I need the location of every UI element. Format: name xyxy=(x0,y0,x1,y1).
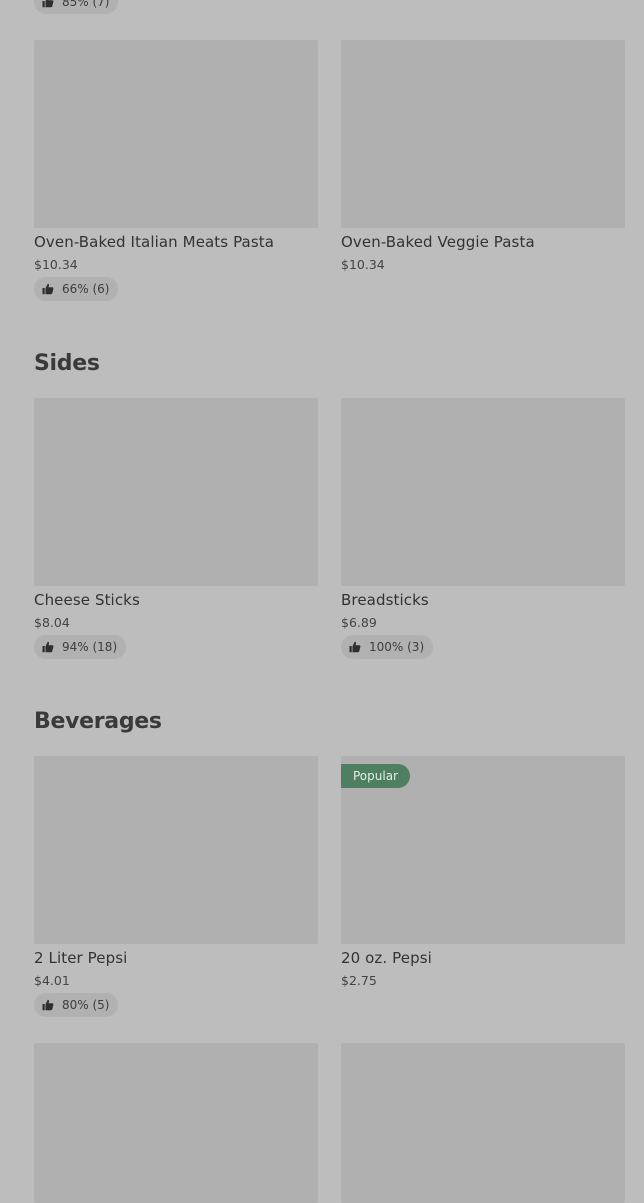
menu-item-card[interactable] xyxy=(34,1043,318,1203)
rating-pill: 100% (3) xyxy=(341,635,434,659)
item-price: $6.89 xyxy=(341,615,377,630)
item-image[interactable] xyxy=(341,398,625,586)
thumbs-up-icon xyxy=(42,641,54,653)
item-price: $4.01 xyxy=(34,973,70,988)
section-title-beverages: Beverages xyxy=(34,709,162,734)
thumbs-up-icon xyxy=(349,641,361,653)
rating-text: 94% (18) xyxy=(62,640,118,654)
menu-item-card[interactable]: Oven-Baked Italian Meats Pasta $10.34 66… xyxy=(34,40,318,301)
thumbs-up-icon xyxy=(42,999,54,1011)
menu-item-card[interactable]: 2 Liter Pepsi $4.01 80% (5) xyxy=(34,756,318,1017)
item-name: Cheese Sticks xyxy=(34,591,140,609)
rating-pill: 85% (7) xyxy=(34,0,119,14)
item-price: $10.34 xyxy=(34,257,78,272)
menu-item-card[interactable]: Breadsticks $6.89 100% (3) xyxy=(341,398,625,659)
popular-badge: Popular xyxy=(341,764,410,788)
item-image[interactable] xyxy=(34,1043,318,1203)
item-price: $10.34 xyxy=(341,257,385,272)
item-price: $8.04 xyxy=(34,615,70,630)
thumbs-up-icon xyxy=(42,283,54,295)
section-title-sides: Sides xyxy=(34,351,100,376)
item-image[interactable] xyxy=(341,1043,625,1203)
item-name: Oven-Baked Italian Meats Pasta xyxy=(34,233,275,251)
item-name: Oven-Baked Veggie Pasta xyxy=(341,233,535,251)
rating-text: 66% (6) xyxy=(62,282,110,296)
rating-text: 100% (3) xyxy=(369,640,425,654)
rating-pill: 66% (6) xyxy=(34,277,119,301)
item-image[interactable] xyxy=(34,756,318,944)
item-image[interactable] xyxy=(34,40,318,228)
menu-item-card[interactable]: Popular 20 oz. Pepsi $2.75 xyxy=(341,756,625,988)
thumbs-up-icon xyxy=(42,0,54,8)
rating-pill: 80% (5) xyxy=(34,993,119,1017)
rating-text: 80% (5) xyxy=(62,998,110,1012)
menu-item-card[interactable]: Cheese Sticks $8.04 94% (18) xyxy=(34,398,318,659)
rating-text: 85% (7) xyxy=(62,0,110,9)
menu-item-card[interactable] xyxy=(341,1043,625,1203)
item-image[interactable] xyxy=(341,40,625,228)
item-name: 2 Liter Pepsi xyxy=(34,949,128,967)
item-image[interactable] xyxy=(34,398,318,586)
menu-item-card[interactable]: Oven-Baked Veggie Pasta $10.34 xyxy=(341,40,625,272)
item-name: Breadsticks xyxy=(341,591,429,609)
item-image[interactable]: Popular xyxy=(341,756,625,944)
item-name: 20 oz. Pepsi xyxy=(341,949,432,967)
rating-pill: 94% (18) xyxy=(34,635,127,659)
item-price: $2.75 xyxy=(341,973,377,988)
